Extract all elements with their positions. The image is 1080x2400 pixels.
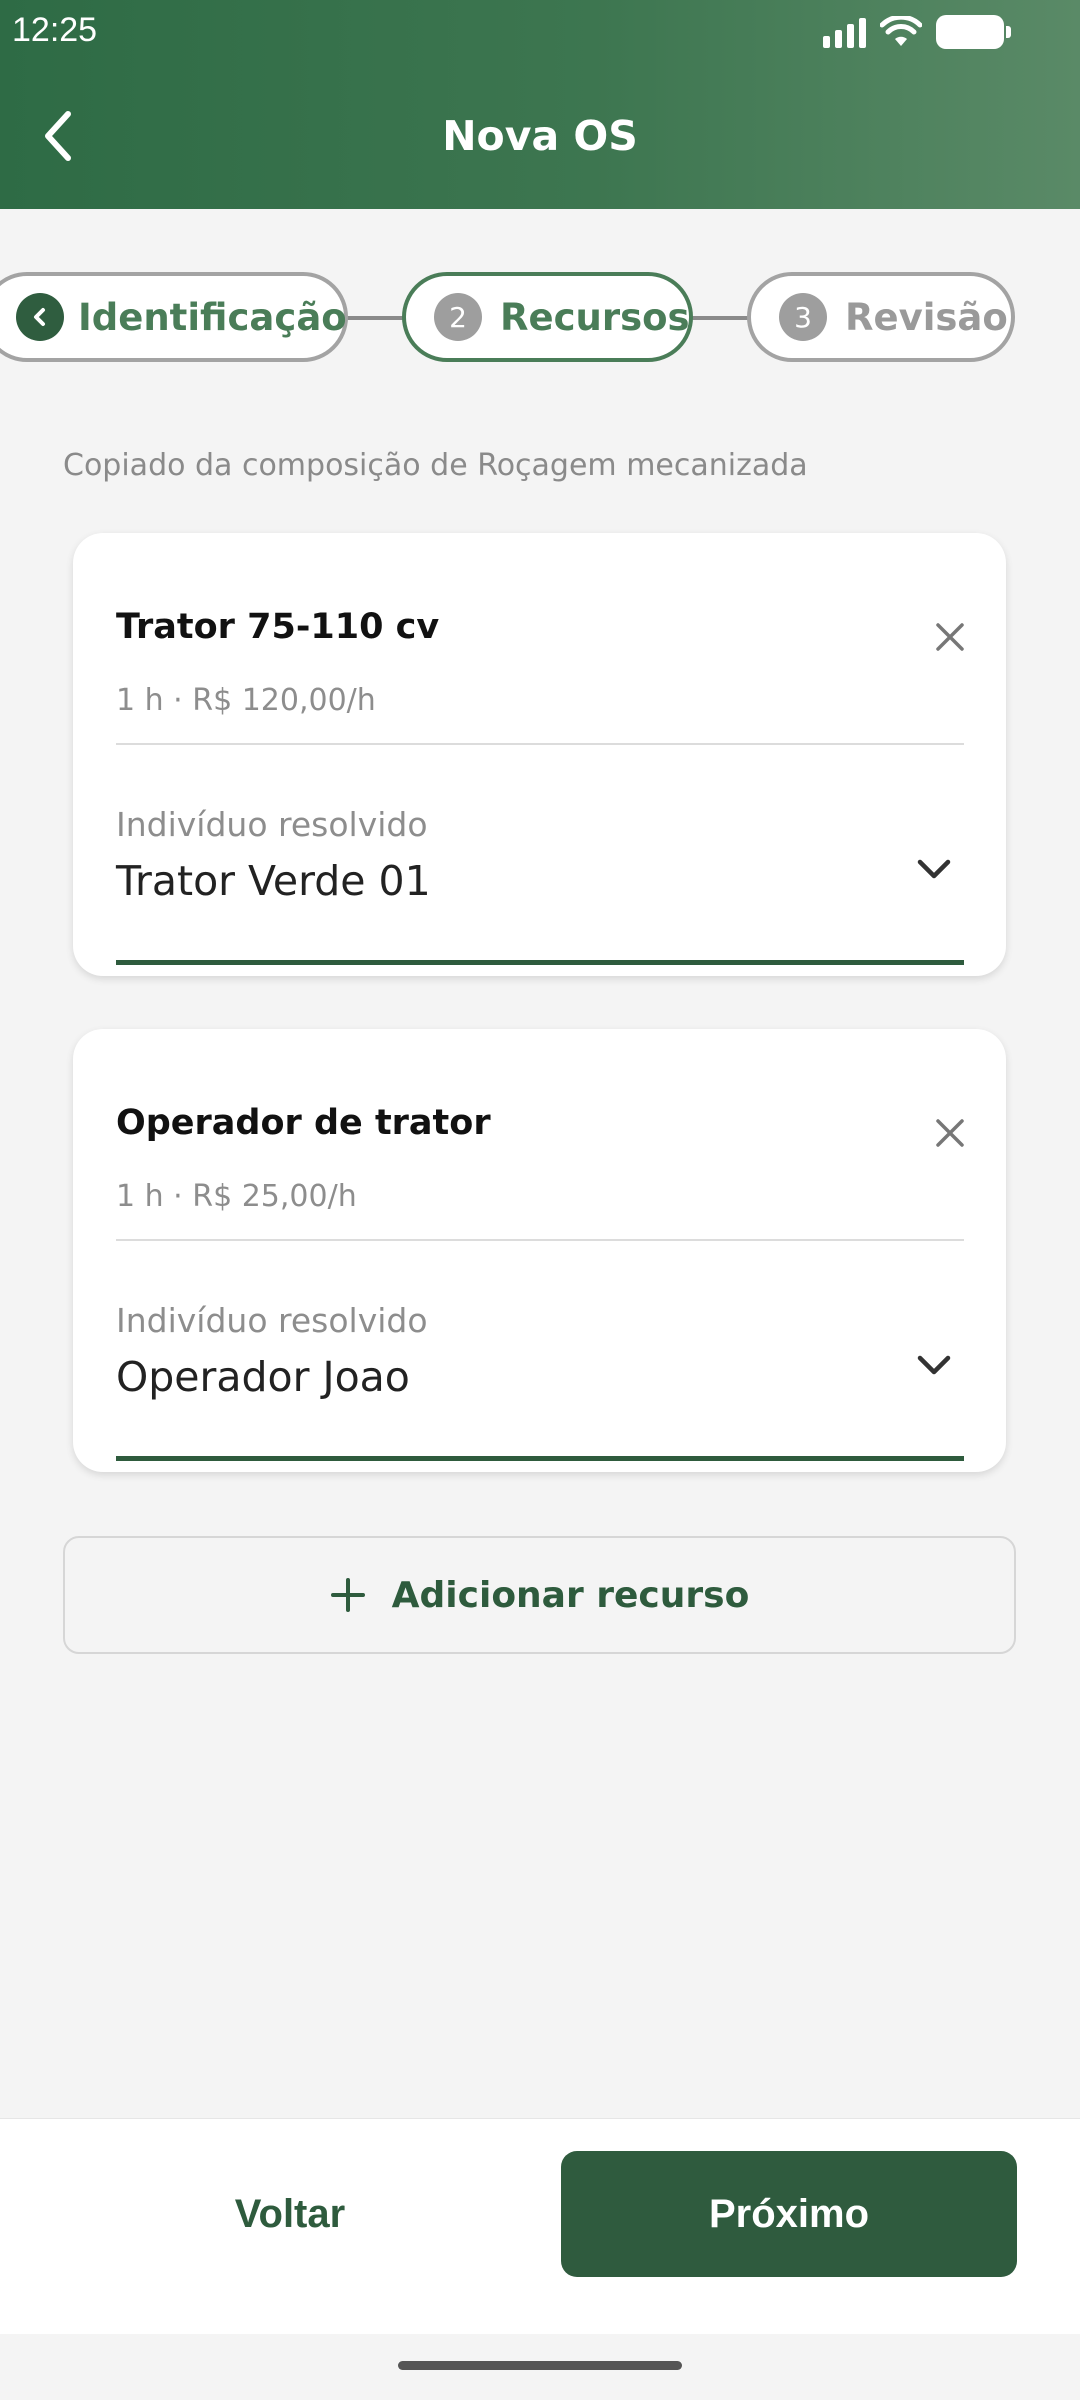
step-label: Revisão <box>845 295 1008 339</box>
chevron-down-icon <box>912 1343 956 1387</box>
resource-name: Operador de trator <box>116 1103 491 1143</box>
status-icons <box>823 12 1011 52</box>
select-underline <box>116 960 964 965</box>
composition-source-note: Copiado da composição de Roçagem mecaniz… <box>63 448 808 483</box>
app-header: 12:25 Nova OS <box>0 0 1080 209</box>
wifi-icon <box>880 16 922 46</box>
system-nav-area <box>0 2334 1080 2400</box>
remove-resource-button[interactable] <box>922 609 978 665</box>
status-time: 12:25 <box>12 11 98 49</box>
bottom-action-bar: Voltar Próximo <box>0 2118 1080 2334</box>
resource-card: Trator 75-110 cv 1 h · R$ 120,00/h Indiv… <box>73 533 1006 976</box>
back-button[interactable]: Voltar <box>60 2151 520 2277</box>
resource-meta: 1 h · R$ 120,00/h <box>116 683 376 718</box>
select-value: Operador Joao <box>116 1353 410 1401</box>
signal-icon <box>823 16 866 48</box>
select-underline <box>116 1456 964 1461</box>
home-indicator[interactable] <box>398 2361 682 2370</box>
individual-select[interactable]: Indivíduo resolvido Trator Verde 01 <box>116 805 964 965</box>
step-number: 3 <box>779 293 827 341</box>
check-back-icon <box>16 293 64 341</box>
close-icon <box>936 623 964 651</box>
page-title: Nova OS <box>442 112 638 160</box>
next-button[interactable]: Próximo <box>561 2151 1017 2277</box>
select-label: Indivíduo resolvido <box>116 1301 428 1340</box>
step-recursos[interactable]: 2 Recursos <box>402 272 693 362</box>
plus-icon <box>330 1578 365 1612</box>
resource-card: Operador de trator 1 h · R$ 25,00/h Indi… <box>73 1029 1006 1472</box>
divider <box>116 1239 964 1241</box>
step-label: Identificação <box>78 295 347 339</box>
divider <box>116 743 964 745</box>
battery-icon <box>936 15 1011 49</box>
resource-name: Trator 75-110 cv <box>116 607 440 647</box>
add-resource-button[interactable]: Adicionar recurso <box>63 1536 1016 1654</box>
close-icon <box>936 1119 964 1147</box>
step-revisao[interactable]: 3 Revisão <box>747 272 1015 362</box>
resource-meta: 1 h · R$ 25,00/h <box>116 1179 357 1214</box>
step-indicator: Identificação 2 Recursos 3 Revisão <box>0 272 1080 364</box>
remove-resource-button[interactable] <box>922 1105 978 1161</box>
step-label: Recursos <box>500 295 690 339</box>
individual-select[interactable]: Indivíduo resolvido Operador Joao <box>116 1301 964 1461</box>
step-number: 2 <box>434 293 482 341</box>
select-label: Indivíduo resolvido <box>116 805 428 844</box>
select-value: Trator Verde 01 <box>116 857 431 905</box>
chevron-down-icon <box>912 847 956 891</box>
step-connector <box>346 316 404 320</box>
step-connector <box>692 316 750 320</box>
step-identificacao[interactable]: Identificação <box>0 272 348 362</box>
add-resource-label: Adicionar recurso <box>391 1574 750 1616</box>
